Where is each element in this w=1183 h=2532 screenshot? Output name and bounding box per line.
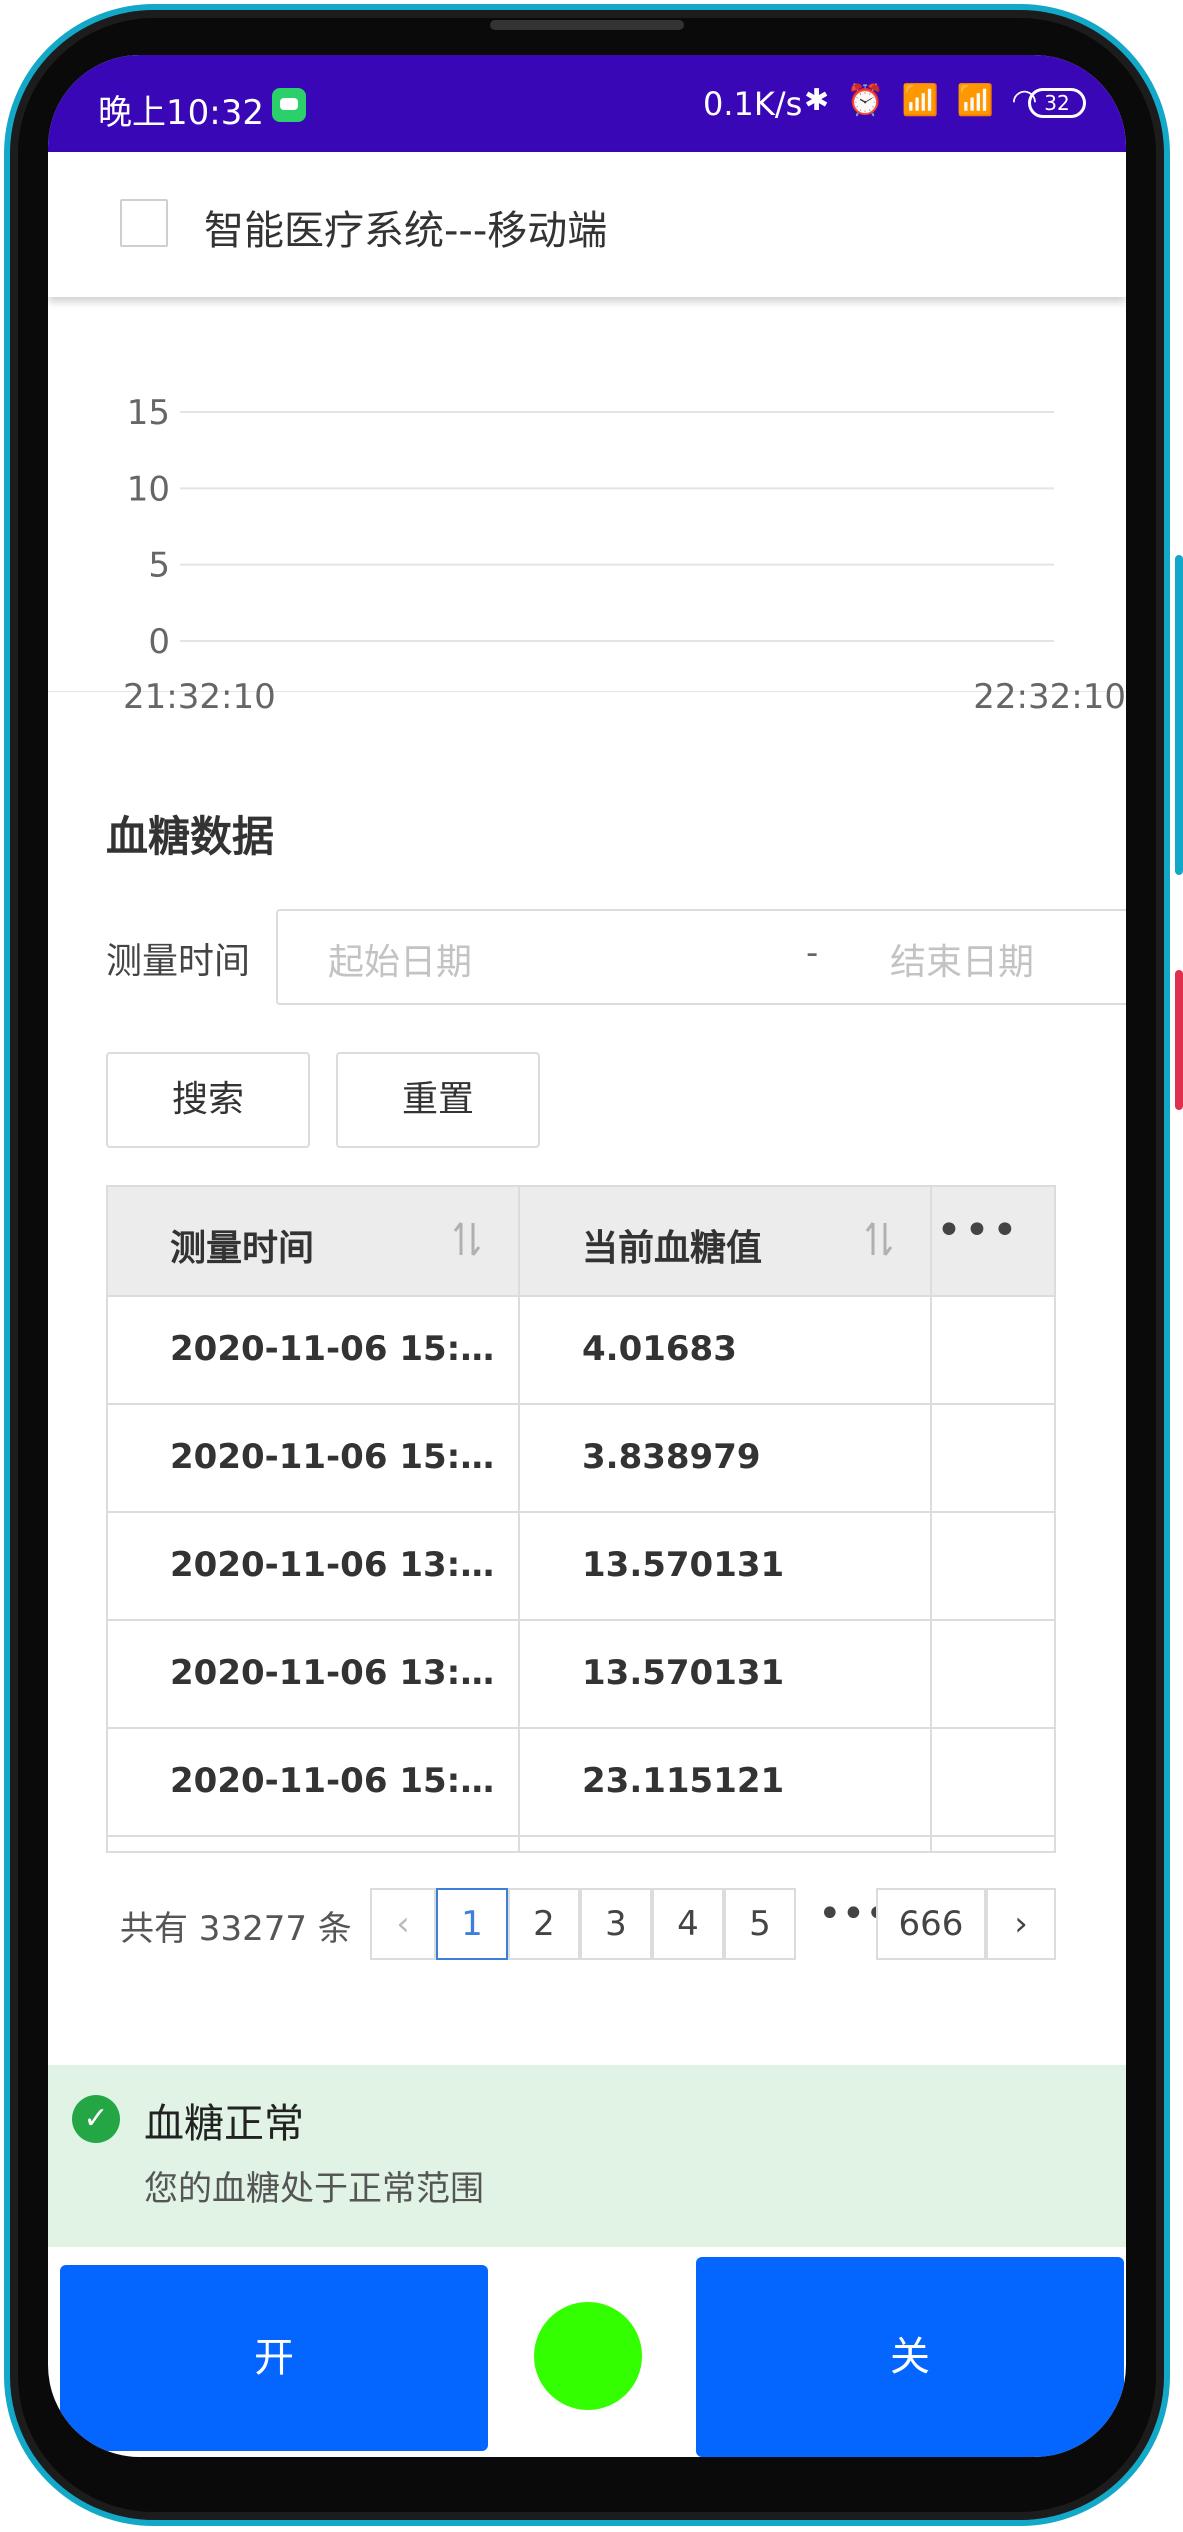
alert-description: 您的血糖处于正常范围 [144,2169,484,2209]
data-table: 测量时间 当前血糖值 ••• 2020-11-06 15:… 4.01683 2… [106,1185,1056,1853]
blood-sugar-chart: 15 10 5 0 21:32:10 22:32:10 [48,297,1126,717]
start-date-input[interactable]: 起始日期 [328,933,472,985]
cell-time: 2020-11-06 15:… [170,1437,495,1477]
table-row[interactable]: 2020-11-06 13:… 13.570131 [108,1513,1054,1621]
sort-icon[interactable] [452,1219,482,1259]
prev-page-button[interactable]: ‹ [370,1888,436,1960]
table-row[interactable]: 2020-11-06 15:… 23.115121 [108,1729,1054,1837]
page-button-last[interactable]: 666 [876,1888,986,1960]
phone-speaker [490,20,684,30]
y-tick-label: 15 [127,393,170,433]
next-page-button[interactable]: › [986,1888,1056,1960]
check-circle-icon: ✓ [72,2095,120,2143]
page-button-2[interactable]: 2 [508,1888,580,1960]
cell-value: 23.115121 [582,1761,785,1801]
x-tick-label: 21:32:10 [123,677,276,717]
table-cell [108,1837,520,1851]
table-cell: 2020-11-06 15:… [108,1405,520,1511]
table-cell: 13.570131 [520,1621,932,1727]
sort-icon[interactable] [864,1219,894,1259]
cell-value: 13.570131 [582,1545,785,1585]
power-button [1175,970,1183,1110]
page-button-4[interactable]: 4 [652,1888,724,1960]
status-indicator [534,2302,642,2410]
screen: 晚上10:32 0.1K/s ✱ ⏰ 📶 📶 ◠ 32 智能医疗系统---移动端… [48,55,1126,2457]
y-tick-label: 10 [127,469,170,509]
table-cell: 13.570131 [520,1513,932,1619]
chart-canvas: 15 10 5 0 21:32:10 22:32:10 [123,393,1126,717]
x-tick-label: 22:32:10 [973,677,1126,717]
table-row [108,1837,1054,1851]
alert-title: 血糖正常 [144,2101,304,2147]
cell-value: 4.01683 [582,1329,737,1369]
menu-checkbox[interactable] [120,199,168,247]
search-button[interactable]: 搜索 [106,1052,310,1148]
cell-time: 2020-11-06 13:… [170,1653,495,1693]
end-date-input[interactable]: 结束日期 [890,933,1034,985]
section-title: 血糖数据 [106,812,275,861]
volume-button [1175,555,1183,875]
table-header: 测量时间 当前血糖值 ••• [108,1187,1054,1297]
reset-button[interactable]: 重置 [336,1052,540,1148]
table-cell: 2020-11-06 13:… [108,1621,520,1727]
table-cell: 2020-11-06 15:… [108,1297,520,1403]
status-alert: ✓ 血糖正常 您的血糖处于正常范围 [48,2065,1126,2247]
total-count: 共有 33277 条 [120,1909,352,1949]
cell-value: 3.838979 [582,1437,761,1477]
cell-value: 13.570131 [582,1653,785,1693]
filter-label: 测量时间 [106,941,251,982]
table-cell: 2020-11-06 15:… [108,1729,520,1835]
table-cell: 4.01683 [520,1297,932,1403]
app-title: 智能医疗系统---移动端 [204,208,608,254]
on-button[interactable]: 开 [60,2265,488,2451]
column-header-time[interactable]: 测量时间 [108,1187,520,1297]
app-bar: 智能医疗系统---移动端 [48,152,1126,297]
table-cell: 3.838979 [520,1405,932,1511]
table-row[interactable]: 2020-11-06 13:… 13.570131 [108,1621,1054,1729]
y-tick-label: 5 [148,546,170,586]
y-tick-label: 0 [148,622,170,662]
table-cell: 23.115121 [520,1729,932,1835]
message-icon [272,88,306,122]
battery-icon: 32 [1028,88,1086,118]
off-button[interactable]: 关 [696,2257,1124,2457]
page-button-1[interactable]: 1 [436,1888,508,1960]
table-row[interactable]: 2020-11-06 15:… 4.01683 [108,1297,1054,1405]
cell-time: 2020-11-06 15:… [170,1329,495,1369]
page-button-3[interactable]: 3 [580,1888,652,1960]
column-header-value[interactable]: 当前血糖值 [520,1187,932,1297]
more-icon[interactable]: ••• [936,1205,1020,1256]
status-time: 晚上10:32 [98,93,264,133]
status-icons: ✱ ⏰ 📶 📶 ◠ [804,83,1042,118]
cell-time: 2020-11-06 13:… [170,1545,495,1585]
status-bar: 晚上10:32 0.1K/s ✱ ⏰ 📶 📶 ◠ 32 [48,55,1126,152]
phone-device: 晚上10:32 0.1K/s ✱ ⏰ 📶 📶 ◠ 32 智能医疗系统---移动端… [0,0,1183,2532]
table-row[interactable]: 2020-11-06 15:… 3.838979 [108,1405,1054,1513]
page-button-5[interactable]: 5 [724,1888,796,1960]
network-speed: 0.1K/s [703,85,803,123]
cell-time: 2020-11-06 15:… [170,1761,495,1801]
date-range-picker[interactable]: 起始日期 - 结束日期 [276,909,1126,1005]
date-separator: - [806,933,819,973]
table-cell: 2020-11-06 13:… [108,1513,520,1619]
table-cell [520,1837,932,1851]
column-header-label: 当前血糖值 [582,1228,763,1269]
column-header-label: 测量时间 [170,1228,315,1269]
